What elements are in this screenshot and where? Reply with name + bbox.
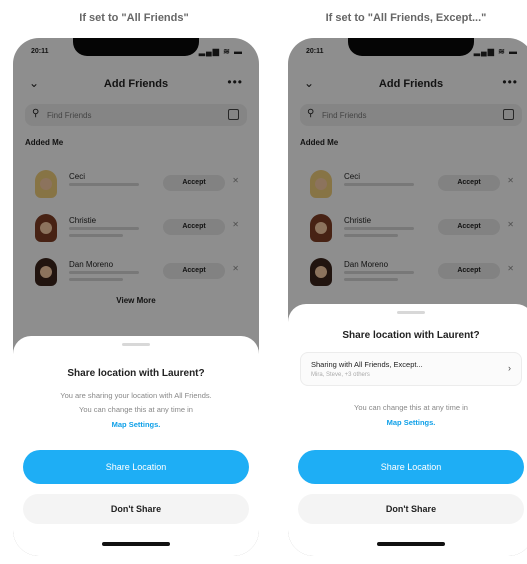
map-settings-link[interactable]: Map Settings. <box>13 420 259 429</box>
caption-all-friends-except: If set to "All Friends, Except..." <box>325 12 487 24</box>
chevron-right-icon: › <box>508 363 511 373</box>
sharing-option-row[interactable]: Sharing with All Friends, Except... Mira… <box>300 352 522 386</box>
phone-all-friends-except: 20:11 ▂▄▆ ≋ ▬ ⌄ Add Friends ••• ⚲ Added … <box>288 38 527 556</box>
share-location-button[interactable]: Share Location <box>298 450 524 484</box>
dont-share-button[interactable]: Don't Share <box>23 494 249 524</box>
sheet-body-line1: You can change this at any time in <box>354 403 468 412</box>
sheet-handle[interactable] <box>122 343 150 346</box>
sharing-option-subtitle: Mira, Steve, +3 others <box>311 372 370 378</box>
sheet-body-line1: You are sharing your location with All F… <box>60 391 212 400</box>
share-location-sheet: Share location with Laurent? Sharing wit… <box>288 304 527 556</box>
home-indicator <box>102 542 170 546</box>
share-location-button[interactable]: Share Location <box>23 450 249 484</box>
phone-all-friends: 20:11 ▂▄▆ ≋ ▬ ⌄ Add Friends ••• ⚲ Added … <box>13 38 259 556</box>
dont-share-button[interactable]: Don't Share <box>298 494 524 524</box>
map-settings-link[interactable]: Map Settings. <box>288 418 527 427</box>
sheet-title: Share location with Laurent? <box>342 330 480 341</box>
sheet-handle[interactable] <box>397 311 425 314</box>
share-location-sheet: Share location with Laurent? You are sha… <box>13 336 259 556</box>
sheet-title: Share location with Laurent? <box>67 368 205 379</box>
sheet-body-line2: You can change this at any time in <box>79 405 193 414</box>
home-indicator <box>377 542 445 546</box>
sharing-option-title: Sharing with All Friends, Except... <box>311 360 423 369</box>
caption-all-friends: If set to "All Friends" <box>79 12 189 24</box>
